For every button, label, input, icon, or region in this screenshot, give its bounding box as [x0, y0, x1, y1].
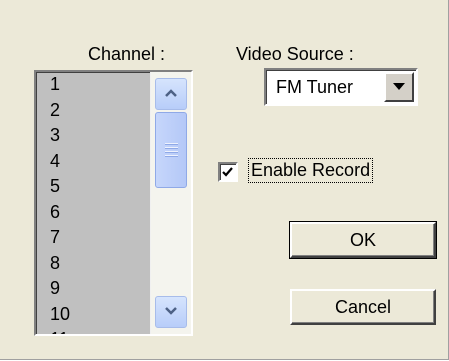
- video-source-label: Video Source :: [236, 44, 354, 64]
- channel-scrollbar[interactable]: [150, 72, 191, 334]
- enable-record-checkbox[interactable]: [218, 162, 238, 182]
- thumb-grip: [165, 147, 178, 148]
- scroll-down-button[interactable]: [155, 296, 187, 328]
- thumb-grip: [165, 155, 178, 156]
- video-source-select[interactable]: FM Tuner: [264, 68, 418, 106]
- enable-record-label[interactable]: Enable Record: [248, 158, 374, 183]
- cancel-button[interactable]: Cancel: [290, 289, 436, 325]
- channel-label: Channel :: [88, 44, 166, 64]
- scroll-thumb[interactable]: [155, 112, 187, 188]
- ok-button[interactable]: OK: [289, 221, 437, 259]
- channel-listbox[interactable]: 1234567891011: [34, 70, 193, 336]
- dialog: Channel : Video Source : 1234567891011: [0, 0, 449, 361]
- dropdown-button[interactable]: [384, 72, 414, 102]
- chevron-down-icon: [165, 307, 177, 315]
- checkmark-icon: [222, 167, 233, 177]
- chevron-up-icon: [165, 89, 177, 97]
- triangle-down-icon: [393, 83, 405, 90]
- scroll-up-button[interactable]: [155, 78, 187, 110]
- video-source-value: FM Tuner: [276, 77, 354, 97]
- thumb-grip: [165, 151, 178, 152]
- thumb-grip: [165, 143, 178, 144]
